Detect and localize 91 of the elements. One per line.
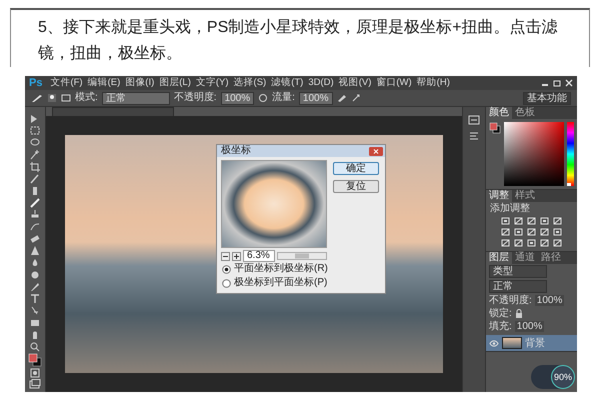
close-icon[interactable] <box>369 146 383 156</box>
tool-icon[interactable] <box>29 317 41 328</box>
adjustment-icon[interactable] <box>527 217 536 225</box>
tool-icon[interactable] <box>29 137 41 148</box>
tool-icon[interactable] <box>29 209 41 220</box>
panel-heading: 添加调整 <box>489 202 531 216</box>
radio-label: 平面坐标到极坐标(R) <box>234 263 328 275</box>
flow-label: 流量: <box>272 92 295 104</box>
tool-icon[interactable] <box>29 281 41 292</box>
menu-item[interactable]: 图层(L) <box>159 77 191 89</box>
adjustment-icon[interactable] <box>540 217 549 225</box>
radio-button[interactable] <box>222 264 231 274</box>
instruction-text: 5、接下来就是重头戏，PS制造小星球特效，原理是极坐标+扭曲。点击滤镜，扭曲，极坐标。 <box>38 18 559 64</box>
lock-label: 锁定: <box>489 308 512 319</box>
zoom-out-icon[interactable] <box>221 252 230 260</box>
panel-tab[interactable]: 通道 <box>512 252 538 264</box>
speed-percentage: 90% <box>551 365 575 389</box>
fill-label: 填充: <box>489 321 512 332</box>
tool-icon[interactable] <box>29 293 41 304</box>
blend-mode-dropdown[interactable]: 正常 <box>489 280 547 293</box>
color-field[interactable] <box>504 122 564 186</box>
fill-field[interactable]: 100% <box>514 321 544 332</box>
adjustment-icon[interactable] <box>540 228 549 236</box>
screen-mode-icon[interactable] <box>29 379 41 389</box>
tool-icon[interactable] <box>29 221 41 232</box>
tool-icon[interactable] <box>29 161 41 172</box>
panel-tab[interactable]: 色板 <box>512 107 538 119</box>
panel-tab[interactable]: 调整 <box>486 190 512 202</box>
workspace-dropdown[interactable]: 基本功能 <box>523 92 571 104</box>
app-logo: Ps <box>29 77 42 89</box>
quick-mask-icon[interactable] <box>29 368 41 378</box>
panel-tab[interactable]: 路径 <box>538 252 564 264</box>
close-icon[interactable] <box>565 79 573 87</box>
dialog-button[interactable]: 确定 <box>333 162 379 175</box>
adjustment-icon[interactable] <box>527 239 536 247</box>
menu-item[interactable]: 滤镜(T) <box>271 77 304 89</box>
menu-item[interactable]: 窗口(W) <box>376 77 412 89</box>
radio-label: 极坐标到平面坐标(P) <box>234 277 328 289</box>
color-swatches-icon[interactable] <box>489 122 501 134</box>
dialog-button[interactable]: 复位 <box>333 180 379 193</box>
adjustment-icon[interactable] <box>527 228 536 236</box>
radio-button[interactable] <box>222 278 231 288</box>
layer-name: 背景 <box>525 338 545 348</box>
adjustment-icon[interactable] <box>553 239 562 247</box>
adjustment-icon[interactable] <box>553 228 562 236</box>
opacity-field[interactable]: 100% <box>534 295 564 306</box>
menu-item[interactable]: 视图(V) <box>338 77 372 89</box>
adjustment-icon[interactable] <box>514 228 523 236</box>
adjustment-icon[interactable] <box>553 217 562 225</box>
menu-item[interactable]: 选择(S) <box>234 77 266 89</box>
hue-slider[interactable] <box>567 122 574 186</box>
color-swatches-icon[interactable] <box>28 353 42 367</box>
tool-icon[interactable] <box>29 173 41 184</box>
opacity-label: 不透明度: <box>174 92 217 104</box>
tool-icon[interactable] <box>29 125 41 136</box>
layer-thumbnail <box>502 337 522 349</box>
menu-item[interactable]: 3D(D) <box>308 77 334 89</box>
adjustment-icon[interactable] <box>514 239 523 247</box>
zoom-field[interactable]: 6.3% <box>243 250 275 262</box>
adjustment-icon[interactable] <box>514 217 523 225</box>
mode-dropdown[interactable]: 正常 <box>102 92 170 104</box>
tool-icon[interactable] <box>29 269 41 280</box>
scrollbar-icon <box>277 252 327 260</box>
mode-label: 模式: <box>75 92 98 104</box>
brush-icon[interactable] <box>31 93 43 103</box>
panel-tab[interactable]: 样式 <box>512 190 538 202</box>
menu-item[interactable]: 文字(Y) <box>196 77 229 89</box>
flow-field[interactable]: 100% <box>298 92 332 104</box>
menu-item[interactable]: 图像(I) <box>125 77 154 89</box>
adjustment-icon[interactable] <box>540 239 549 247</box>
eye-icon[interactable] <box>489 340 499 346</box>
adjustment-icon[interactable] <box>501 239 510 247</box>
restore-icon[interactable] <box>553 79 561 87</box>
panel-tab[interactable]: 图层 <box>486 252 512 264</box>
tool-icon[interactable] <box>29 341 41 352</box>
tool-icon[interactable] <box>29 305 41 316</box>
menu-item[interactable]: 帮助(H) <box>416 77 450 89</box>
adjustment-icon[interactable] <box>501 217 510 225</box>
menu-item[interactable]: 编辑(E) <box>88 77 120 89</box>
lock-icon[interactable] <box>514 309 523 318</box>
menu-item[interactable]: 文件(F) <box>50 77 83 89</box>
adjustment-icon[interactable] <box>501 228 510 236</box>
dialog-title: 极坐标 <box>221 145 251 157</box>
slider-thumb[interactable] <box>567 183 571 186</box>
opacity-field[interactable]: 100% <box>220 92 254 104</box>
panel-tab[interactable]: 颜色 <box>486 107 512 119</box>
tool-icon[interactable] <box>29 149 41 160</box>
zoom-in-icon[interactable] <box>232 252 241 260</box>
tool-icon[interactable] <box>29 245 41 256</box>
opacity-label: 不透明度: <box>489 295 532 306</box>
filter-dropdown[interactable]: 类型 <box>489 265 547 278</box>
